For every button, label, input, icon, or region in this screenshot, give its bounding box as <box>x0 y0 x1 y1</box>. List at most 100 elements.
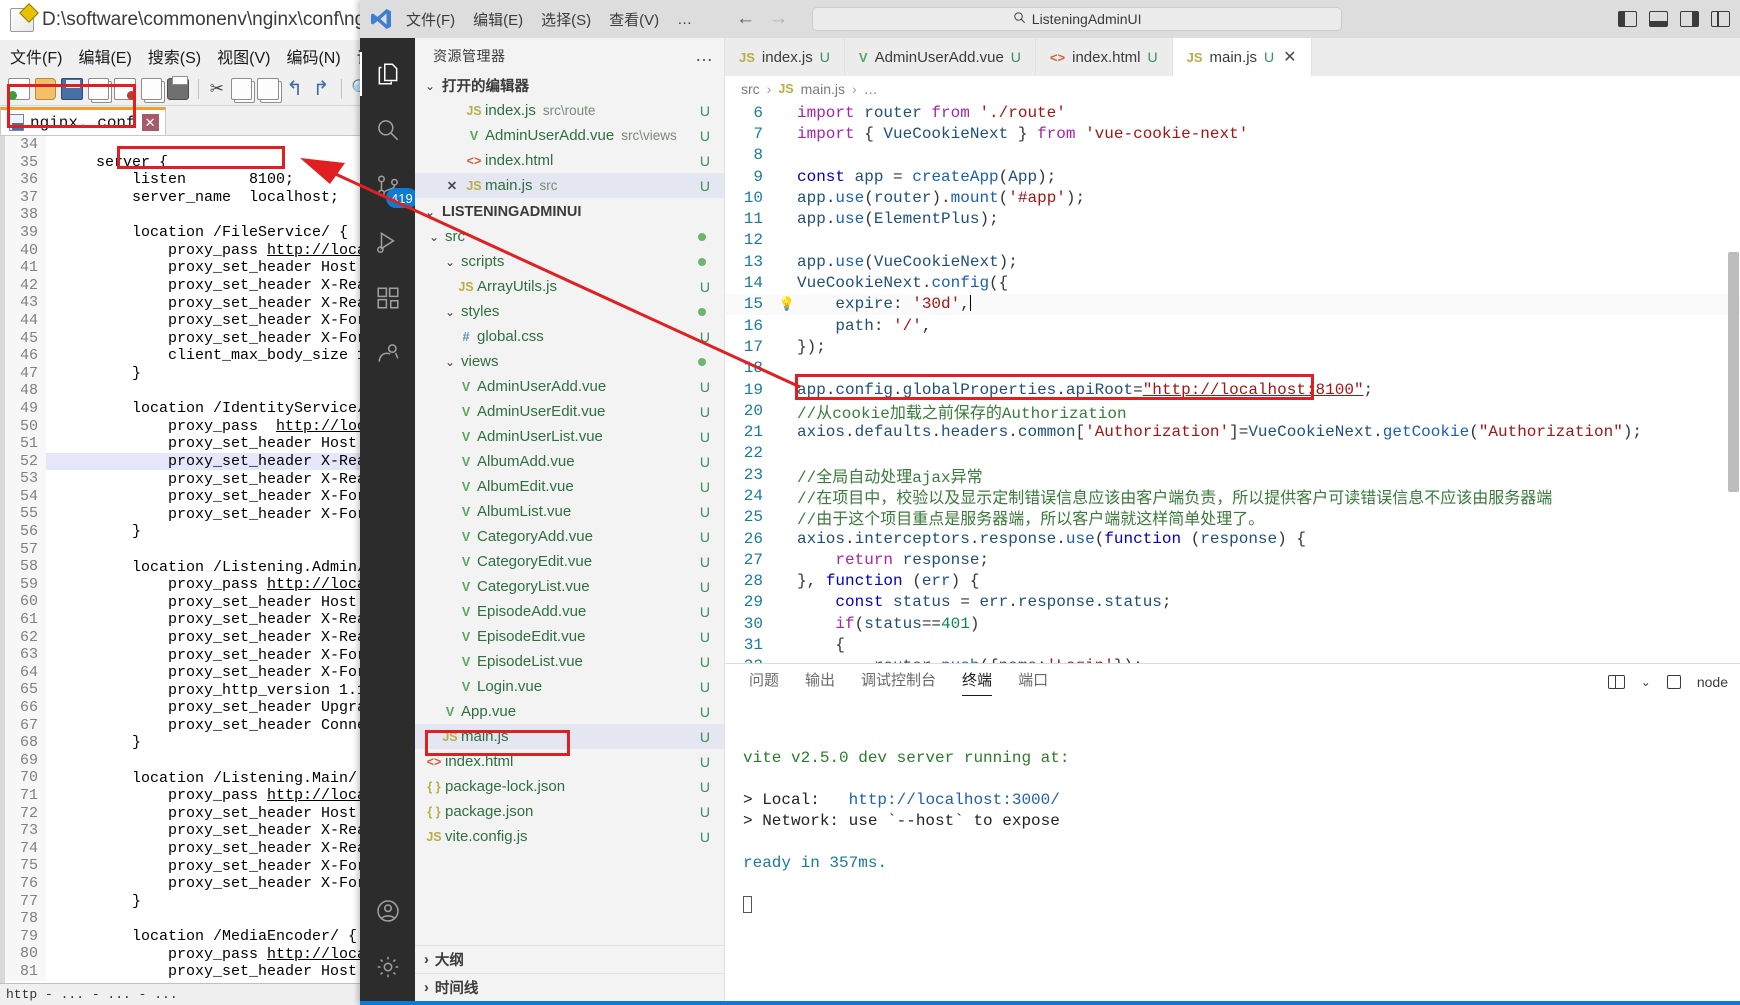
tab-problems[interactable]: 问题 <box>749 669 779 695</box>
file-item[interactable]: V AdminUserAdd.vue U <box>415 374 724 399</box>
close-icon[interactable]: ✕ <box>441 178 463 193</box>
file-item[interactable]: V AlbumEdit.vue U <box>415 474 724 499</box>
toggle-primary-sidebar-icon[interactable] <box>1618 11 1637 27</box>
file-item[interactable]: V App.vue U <box>415 699 724 724</box>
forward-arrow-icon[interactable]: → <box>769 8 788 30</box>
open-editor-item[interactable]: V AdminUserAdd.vue src\views U <box>415 123 724 148</box>
file-item[interactable]: V AdminUserEdit.vue U <box>415 399 724 424</box>
menu-encoding[interactable]: 编码(N) <box>286 44 340 68</box>
toggle-panel-icon[interactable] <box>1649 11 1668 27</box>
panel-actions[interactable]: ⌄ node <box>1607 674 1740 690</box>
open-editors-list[interactable]: JS index.js src\route U V AdminUserAdd.vue src… <box>415 98 724 198</box>
menu-file[interactable]: 文件(F) <box>10 44 62 68</box>
search-icon[interactable] <box>360 102 415 158</box>
file-item[interactable]: V CategoryList.vue U <box>415 574 724 599</box>
split-terminal-icon[interactable] <box>1607 675 1625 689</box>
breadcrumb-more[interactable]: … <box>864 81 878 97</box>
file-item[interactable]: V Login.vue U <box>415 674 724 699</box>
vscode-menu-more[interactable]: … <box>677 11 692 28</box>
file-item[interactable]: V AdminUserList.vue U <box>415 424 724 449</box>
vscode-menu-selection[interactable]: 选择(S) <box>541 9 591 30</box>
close-icon[interactable]: ✕ <box>141 114 159 131</box>
explorer-more-icon[interactable]: … <box>695 45 714 66</box>
menu-view[interactable]: 视图(V) <box>217 44 270 68</box>
activity-bar[interactable]: 419 <box>360 38 418 1001</box>
explorer-icon[interactable] <box>360 46 415 102</box>
vscode-menu-file[interactable]: 文件(F) <box>406 9 455 30</box>
nginx-conf-editor[interactable]: 34 35 server {36 listen 8100; 37 server_na… <box>0 136 399 1005</box>
menu-search[interactable]: 搜索(S) <box>148 44 201 68</box>
terminal-kind-label[interactable]: node <box>1697 674 1728 690</box>
panel-tabs[interactable]: 问题 输出 调试控制台 终端 端口 ⌄ node <box>725 664 1740 700</box>
command-search-bar[interactable]: ListeningAdminUI <box>812 7 1343 31</box>
save-all-icon[interactable] <box>87 77 110 100</box>
gear-icon[interactable] <box>360 939 415 995</box>
vscode-navigation[interactable]: ← → <box>736 8 788 30</box>
tab-debug-console[interactable]: 调试控制台 <box>861 669 936 695</box>
folder-item[interactable]: ⌄ src <box>415 224 724 249</box>
open-file-icon[interactable] <box>34 77 57 100</box>
open-editor-item[interactable]: JS index.js src\route U <box>415 98 724 123</box>
file-item[interactable]: JS ArrayUtils.js U <box>415 274 724 299</box>
file-item[interactable]: V CategoryAdd.vue U <box>415 524 724 549</box>
timeline-section[interactable]: › 时间线 <box>415 973 724 1001</box>
menu-edit[interactable]: 编辑(E) <box>78 44 131 68</box>
file-item[interactable]: JS main.js U <box>415 724 724 749</box>
breadcrumb[interactable]: src › JS main.js › … <box>725 76 1740 102</box>
save-icon[interactable] <box>61 77 83 100</box>
editor-tabs[interactable]: JS index.js U V AdminUserAdd.vue U <> index.htm… <box>725 38 1740 76</box>
paste-icon[interactable] <box>257 77 279 100</box>
folder-item[interactable]: ⌄ styles <box>415 299 724 324</box>
new-file-icon[interactable] <box>8 77 30 100</box>
back-arrow-icon[interactable]: ← <box>736 8 755 30</box>
notepadpp-menubar[interactable]: 文件(F) 编辑(E) 搜索(S) 视图(V) 编码(N) 语言(L) 设 <box>0 40 399 72</box>
print-icon[interactable] <box>167 75 190 100</box>
file-item[interactable]: V EpisodeEdit.vue U <box>415 624 724 649</box>
notepadpp-toolbar[interactable]: ✂ ↰ ↱ 🔍 ⇄ <box>0 72 399 106</box>
file-item[interactable]: JS vite.config.js U <box>415 824 724 849</box>
terminal-cursor-line[interactable] <box>743 896 1740 917</box>
project-file-tree[interactable]: ⌄ src ⌄ scripts JS ArrayUtils.js U ⌄ styles # glob… <box>415 224 724 849</box>
close-file-icon[interactable] <box>114 77 136 100</box>
copy-icon[interactable] <box>230 77 253 100</box>
vscode-menu-view[interactable]: 查看(V) <box>609 9 659 30</box>
new-terminal-icon[interactable] <box>1666 675 1681 689</box>
folder-item[interactable]: ⌄ views <box>415 349 724 374</box>
account-icon[interactable] <box>360 883 415 939</box>
remote-explorer-icon[interactable] <box>360 326 415 382</box>
breadcrumb-mainjs[interactable]: main.js <box>801 81 845 97</box>
vscode-menu-edit[interactable]: 编辑(E) <box>473 9 523 30</box>
scrollbar-thumb[interactable] <box>1728 252 1739 492</box>
redo-icon[interactable]: ↱ <box>310 78 332 100</box>
file-item[interactable]: V EpisodeAdd.vue U <box>415 599 724 624</box>
file-item[interactable]: { } package.json U <box>415 799 724 824</box>
close-icon[interactable]: ✕ <box>1283 47 1296 67</box>
layout-controls[interactable] <box>1618 11 1740 27</box>
close-all-icon[interactable] <box>140 77 163 100</box>
customize-layout-icon[interactable] <box>1711 11 1730 27</box>
file-item[interactable]: { } package-lock.json U <box>415 774 724 799</box>
undo-icon[interactable]: ↰ <box>284 78 306 100</box>
open-editors-section[interactable]: ⌄ 打开的编辑器 <box>415 73 724 98</box>
open-editor-item[interactable]: ✕ JS main.js src U <box>415 173 724 198</box>
extensions-icon[interactable] <box>360 270 415 326</box>
vscode-menubar[interactable]: 文件(F) 编辑(E) 选择(S) 查看(V) … <box>402 9 692 30</box>
source-control-icon[interactable]: 419 <box>360 158 418 214</box>
breadcrumb-src[interactable]: src <box>741 81 760 97</box>
file-item[interactable]: V AlbumList.vue U <box>415 499 724 524</box>
tab-ports[interactable]: 端口 <box>1018 669 1048 695</box>
editor-tab-index-js[interactable]: JS index.js U <box>725 38 845 76</box>
folder-item[interactable]: ⌄ scripts <box>415 249 724 274</box>
project-section[interactable]: ⌄ LISTENINGADMINUI <box>415 199 724 224</box>
file-item[interactable]: V EpisodeList.vue U <box>415 649 724 674</box>
editor-tab-index-html[interactable]: <> index.html U <box>1035 38 1173 76</box>
file-item[interactable]: <> index.html U <box>415 749 724 774</box>
explorer-sidebar[interactable]: 资源管理器 … ⌄ 打开的编辑器 JS index.js src\route U V Ad… <box>415 38 725 1001</box>
tab-terminal[interactable]: 终端 <box>962 669 993 696</box>
tab-nginx-conf[interactable]: nginx. conf ✕ <box>0 107 166 135</box>
notepadpp-tabstrip[interactable]: nginx. conf ✕ <box>0 106 399 136</box>
open-editor-item[interactable]: <> index.html U <box>415 148 724 173</box>
run-debug-icon[interactable] <box>360 214 415 270</box>
editor-tab-main-js[interactable]: JS main.js U ✕ <box>1172 38 1312 76</box>
lightbulb-icon[interactable]: 💡 <box>777 297 797 312</box>
